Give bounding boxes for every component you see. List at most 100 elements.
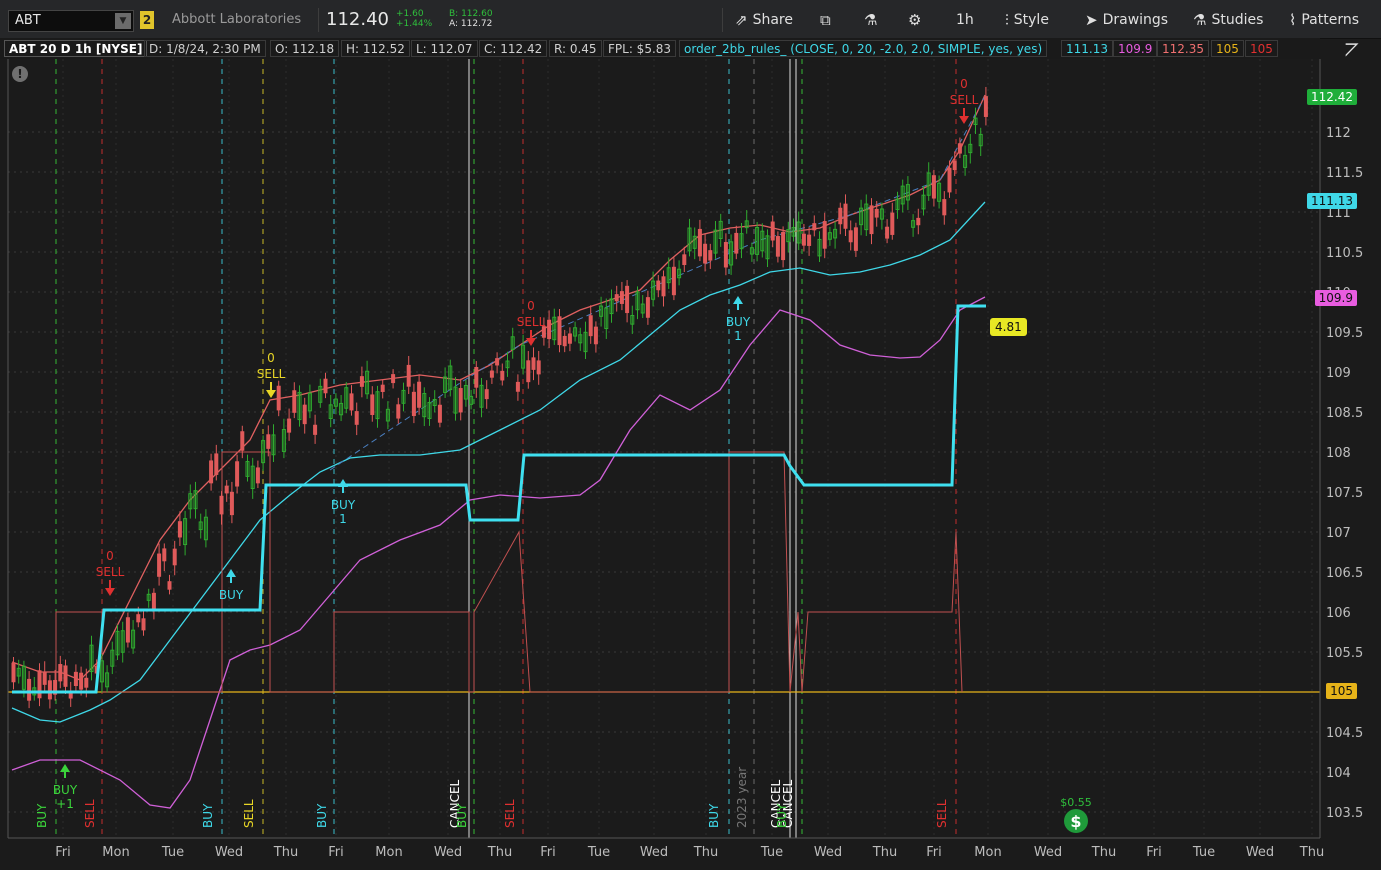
patterns-button[interactable]: ⌇ Patterns: [1289, 10, 1359, 30]
top-toolbar: ABT ▼ 2 Abbott Laboratories 112.40 +1.60…: [0, 0, 1381, 39]
candle-body: [952, 160, 957, 171]
candle-body: [801, 233, 806, 246]
candle-body: [723, 242, 728, 268]
x-tick-label: Fri: [926, 845, 942, 860]
y-tick-label: 108.5: [1326, 406, 1363, 421]
chart-background: [0, 59, 1381, 870]
price-chart[interactable]: BUY SELL BUY SELL BUY CANCELBUY SELL BUY 2023 ye…: [0, 59, 1381, 870]
vertical-signal-label: SELL: [242, 799, 256, 828]
study-value: 111.13: [1061, 40, 1113, 57]
vertical-signal-label: BUY: [455, 803, 469, 828]
candle-body: [141, 618, 146, 631]
candle-body: [983, 96, 988, 117]
candle-body: [177, 521, 182, 538]
candle-body: [656, 280, 661, 291]
candle-body: [359, 376, 364, 387]
candle-body: [136, 614, 141, 623]
candle-body: [276, 385, 281, 411]
profit-label: $0.55: [1060, 796, 1092, 809]
signal-qty: 1: [339, 512, 347, 526]
bar-open: O: 112.18: [270, 40, 340, 57]
style-button[interactable]: ⫶ Style: [1005, 10, 1049, 30]
study-value: 112.35: [1157, 40, 1209, 57]
share-button[interactable]: ⇗ Share: [735, 10, 793, 30]
x-tick-label: Mon: [102, 845, 129, 860]
candle-body: [474, 366, 479, 388]
signal-label: BUY: [331, 498, 356, 512]
candle-body: [157, 553, 162, 577]
x-tick-label: Thu: [693, 845, 718, 860]
vertical-signal-label: BUY: [707, 803, 721, 828]
candle-body: [708, 250, 713, 261]
signal-label: SELL: [257, 367, 286, 381]
strategy-label[interactable]: order_2bb_rules_ (CLOSE, 0, 20, -2.0, 2.…: [679, 40, 1048, 57]
price-tag-lower: 109.9: [1314, 290, 1357, 306]
link-group-badge[interactable]: 2: [140, 11, 154, 29]
candle-body: [671, 266, 676, 296]
x-tick-label: Mon: [375, 845, 402, 860]
snapshot-button[interactable]: ⧉: [820, 10, 831, 30]
signal-label: SELL: [96, 565, 125, 579]
candle-body: [323, 378, 328, 394]
candles-icon: ⫶: [1005, 11, 1009, 29]
candle-body: [292, 390, 297, 413]
candle-body: [84, 677, 89, 688]
settings-button[interactable]: ⚙: [908, 10, 921, 30]
y-tick-label: 104.5: [1326, 726, 1363, 741]
drawings-button[interactable]: ➤ Drawings: [1085, 10, 1168, 30]
study-value: 105: [1211, 40, 1244, 57]
candle-body: [406, 364, 411, 387]
signal-label: BUY: [726, 315, 751, 329]
x-tick-label: Wed: [640, 845, 668, 860]
candle-body: [58, 664, 63, 682]
candle-body: [63, 665, 68, 687]
alert-icon[interactable]: !: [12, 66, 28, 82]
signal-qty: +1: [56, 797, 74, 811]
studies-button[interactable]: ⚗ Studies: [1193, 10, 1263, 30]
signal-qty: 0: [267, 351, 275, 365]
candle-body: [42, 671, 47, 685]
candle-body: [162, 548, 167, 562]
candle-body: [255, 467, 260, 484]
candle-body: [417, 381, 422, 408]
pl-bubble: 4.81: [990, 318, 1027, 336]
candle-body: [807, 234, 812, 246]
chevron-down-icon[interactable]: ▼: [115, 13, 131, 29]
symbol-selector[interactable]: ABT ▼: [8, 10, 134, 32]
candle-body: [916, 217, 921, 226]
candle-body: [495, 358, 500, 366]
x-tick-label: Wed: [1246, 845, 1274, 860]
x-tick-label: Tue: [760, 845, 783, 860]
candle-body: [266, 434, 271, 449]
study-value: 105: [1245, 40, 1278, 57]
chart-settings-icon[interactable]: ⦢: [1345, 40, 1359, 61]
candle-body: [240, 431, 245, 451]
candle-body: [822, 221, 827, 249]
candle-body: [79, 672, 84, 690]
candle-body: [37, 670, 42, 699]
signal-label: SELL: [517, 315, 546, 329]
vertical-signal-label: SELL: [83, 799, 97, 828]
candle-body: [209, 460, 214, 484]
share-icon: ⇗: [735, 11, 748, 29]
candle-body: [619, 291, 624, 304]
candle-body: [531, 357, 536, 370]
candle-body: [354, 411, 359, 425]
x-tick-label: Thu: [872, 845, 897, 860]
fpl-value: FPL: $5.83: [603, 40, 677, 57]
candle-body: [380, 384, 385, 392]
y-tick-label: 109: [1326, 366, 1351, 381]
price-tag-last: 112.42: [1307, 89, 1357, 105]
last-price: 112.40: [326, 9, 389, 30]
candle-body: [224, 485, 229, 494]
x-tick-label: Thu: [273, 845, 298, 860]
camera-icon: ⧉: [820, 11, 831, 29]
vertical-signal-label: BUY: [201, 803, 215, 828]
timeframe-button[interactable]: 1h: [956, 10, 974, 30]
cursor-icon: ➤: [1085, 11, 1098, 29]
price-change: +1.60 +1.44%: [396, 9, 432, 29]
candle-body: [562, 335, 567, 347]
candle-body: [125, 617, 130, 643]
x-tick-label: Tue: [587, 845, 610, 860]
flask-button[interactable]: ⚗: [864, 10, 877, 30]
